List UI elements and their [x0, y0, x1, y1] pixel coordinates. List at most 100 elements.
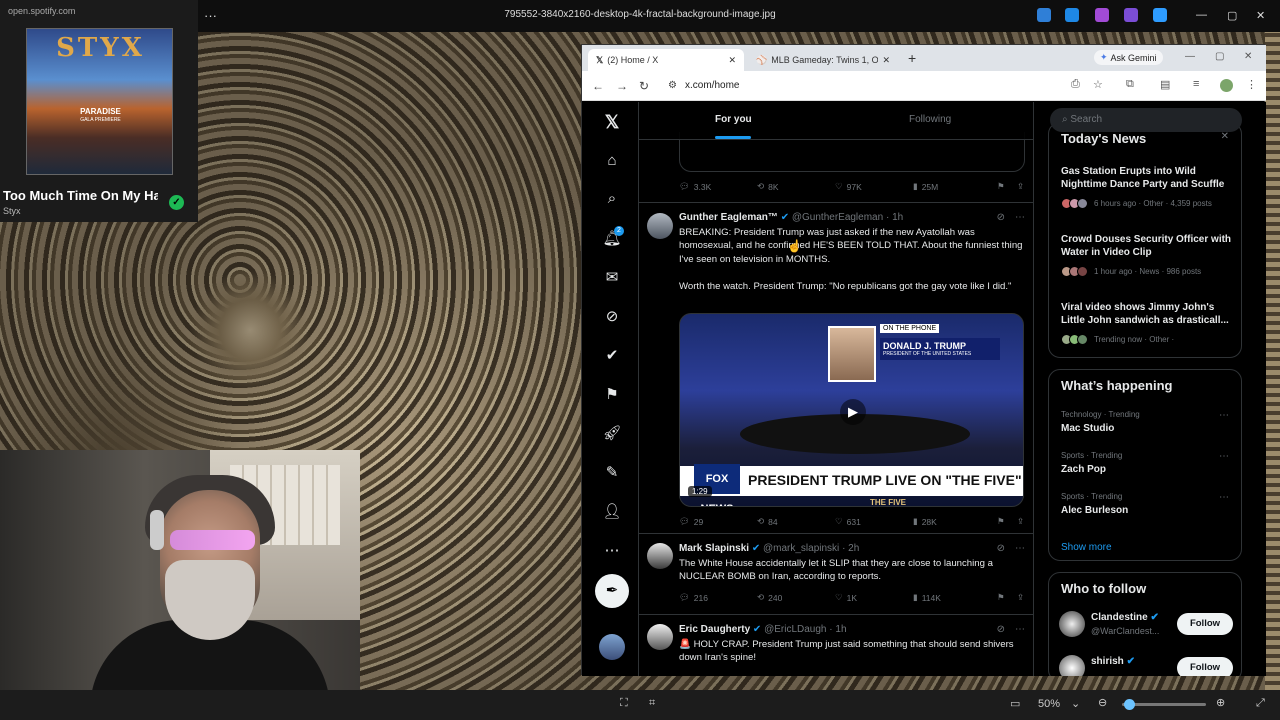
browser-close-button[interactable]: ✕: [1244, 51, 1252, 62]
user-avatar[interactable]: [1059, 655, 1085, 676]
close-tab-icon[interactable]: ✕: [728, 55, 736, 66]
ask-gemini-button[interactable]: ✦ Ask Gemini: [1094, 50, 1163, 65]
tweet-time[interactable]: · 2h: [842, 543, 859, 554]
news-item-title[interactable]: Gas Station Erupts into Wild Nighttime D…: [1061, 165, 1236, 191]
tweet-author-avatar[interactable]: [647, 213, 673, 239]
copilot-icon[interactable]: [1037, 8, 1051, 22]
tweet[interactable]: Gunther Eagleman™ ✔ @GuntherEagleman · 1…: [639, 203, 1033, 534]
browser-menu-icon[interactable]: ⋮: [1246, 78, 1257, 91]
app-tray-icon[interactable]: [1124, 8, 1138, 22]
fit-window-icon[interactable]: ▭: [1010, 697, 1020, 710]
author-handle[interactable]: @EricLDaugh: [764, 624, 826, 635]
app-tray-icon[interactable]: [1095, 8, 1109, 22]
views-button[interactable]: ▮ 25M: [913, 181, 938, 192]
share-button[interactable]: ⇪: [1017, 516, 1024, 527]
tab-x-home[interactable]: 𝕏 (2) Home / X ✕: [588, 49, 744, 71]
tab-for-you[interactable]: For you: [715, 114, 752, 125]
grok-explain-icon[interactable]: ⊘: [997, 543, 1005, 554]
grok-icon[interactable]: ⊘: [602, 307, 622, 325]
tweet-video[interactable]: ON THE PHONE DONALD J. TRUMP PRESIDENT O…: [679, 313, 1024, 507]
repost-button[interactable]: ⟲ 84: [757, 516, 778, 527]
url-input[interactable]: x.com/home: [685, 80, 739, 91]
author-handle[interactable]: @mark_slapinski: [763, 543, 839, 554]
zoom-out-icon[interactable]: ⊖: [1098, 696, 1107, 709]
like-button[interactable]: ♡ 1K: [835, 592, 857, 603]
x-logo-icon[interactable]: 𝕏: [602, 112, 622, 133]
trend-more-icon[interactable]: ⋯: [1219, 492, 1229, 503]
messages-icon[interactable]: ✉: [602, 268, 622, 286]
tweet-time[interactable]: · 1h: [886, 212, 903, 223]
crop-icon[interactable]: ⌗: [649, 697, 655, 710]
follow-button[interactable]: Follow: [1177, 613, 1233, 635]
grok-explain-icon[interactable]: ⊘: [997, 624, 1005, 635]
maximize-button[interactable]: ▢: [1227, 9, 1237, 22]
trend-title[interactable]: Mac Studio: [1061, 423, 1114, 434]
bookmark-button[interactable]: ⚑: [997, 181, 1005, 192]
fullscreen-icon[interactable]: ⤢: [1256, 697, 1265, 710]
profile-icon[interactable]: 👤︎: [602, 502, 622, 520]
tweet-more-icon[interactable]: ⋯: [1015, 624, 1025, 635]
tweet-time[interactable]: · 1h: [829, 624, 846, 635]
install-app-icon[interactable]: ⎙: [1071, 78, 1080, 91]
tweet-more-icon[interactable]: ⋯: [1015, 212, 1025, 223]
zoom-slider-handle[interactable]: [1124, 699, 1135, 710]
new-tab-button[interactable]: +: [908, 50, 916, 66]
zoom-in-icon[interactable]: ⊕: [1216, 696, 1225, 709]
follow-button[interactable]: Follow: [1177, 657, 1233, 676]
tweet-author-avatar[interactable]: [647, 624, 673, 650]
browser-maximize-button[interactable]: ▢: [1215, 51, 1224, 62]
close-icon[interactable]: ✕: [1221, 131, 1229, 142]
saved-check-icon[interactable]: ✓: [169, 195, 184, 210]
trend-title[interactable]: Alec Burleson: [1061, 505, 1128, 516]
post-feather-icon[interactable]: ✒: [595, 574, 629, 608]
minimize-button[interactable]: —: [1196, 9, 1207, 21]
close-button[interactable]: ✕: [1256, 9, 1265, 22]
share-button[interactable]: ⇪: [1017, 181, 1024, 192]
tweet-more-icon[interactable]: ⋯: [1015, 543, 1025, 554]
author-name[interactable]: Gunther Eagleman™: [679, 212, 778, 223]
views-button[interactable]: ▮ 28K: [913, 516, 937, 527]
rocket-icon[interactable]: 🚀︎: [602, 424, 622, 442]
home-icon[interactable]: ⌂: [602, 152, 622, 169]
user-name[interactable]: shirish ✔: [1091, 656, 1135, 667]
extensions-icon[interactable]: ⧉: [1126, 78, 1134, 91]
tweet-author-avatar[interactable]: [647, 543, 673, 569]
tweet[interactable]: Mark Slapinski ✔ @mark_slapinski · 2h ⊘ …: [639, 535, 1033, 615]
bookmarks-icon[interactable]: ⚑: [602, 385, 622, 403]
show-more-link[interactable]: Show more: [1061, 542, 1112, 553]
more-icon[interactable]: ⋯: [602, 541, 622, 559]
user-name[interactable]: Clandestine ✔: [1091, 612, 1159, 623]
viewer-more-menu[interactable]: ···: [204, 8, 217, 23]
bookmark-star-icon[interactable]: ☆: [1093, 78, 1103, 91]
like-button[interactable]: ♡ 631: [835, 516, 861, 527]
tab-following[interactable]: Following: [909, 114, 951, 125]
share-button[interactable]: ⇪: [1017, 592, 1024, 603]
news-item-title[interactable]: Viral video shows Jimmy John's Little Jo…: [1061, 301, 1236, 327]
bookmark-button[interactable]: ⚑: [997, 592, 1005, 603]
trend-title[interactable]: Zach Pop: [1061, 464, 1106, 475]
app-tray-icon[interactable]: [1065, 8, 1079, 22]
like-button[interactable]: ♡ 97K: [835, 181, 862, 192]
browser-minimize-button[interactable]: —: [1185, 51, 1195, 62]
grok-explain-icon[interactable]: ⊘: [997, 212, 1005, 223]
play-icon[interactable]: ▶: [840, 399, 866, 425]
sidebar-icon[interactable]: ▤: [1160, 78, 1170, 91]
repost-button[interactable]: ⟲ 240: [757, 592, 782, 603]
profile-avatar[interactable]: [1220, 79, 1233, 92]
verified-icon[interactable]: ✔: [602, 346, 622, 364]
close-tab-icon[interactable]: ✕: [882, 55, 890, 66]
fit-screen-icon[interactable]: ⛶: [620, 697, 628, 710]
bookmark-button[interactable]: ⚑: [997, 516, 1005, 527]
zoom-dropdown-chevron-icon[interactable]: ⌄: [1071, 697, 1080, 710]
app-tray-icon[interactable]: [1153, 8, 1167, 22]
repost-button[interactable]: ⟲ 8K: [757, 181, 779, 192]
news-item-title[interactable]: Crowd Douses Security Officer with Water…: [1061, 233, 1236, 259]
author-name[interactable]: Eric Daugherty: [679, 624, 750, 635]
compose-icon[interactable]: ✎: [602, 463, 622, 481]
back-button[interactable]: ←: [592, 79, 604, 93]
media-controls-icon[interactable]: ≡: [1193, 78, 1199, 90]
author-handle[interactable]: @GuntherEagleman: [792, 212, 883, 223]
tweet[interactable]: Eric Daugherty ✔ @EricLDaugh · 1h ⊘ ⋯ 🚨 …: [639, 616, 1033, 676]
zoom-level[interactable]: 50%: [1038, 698, 1060, 710]
trend-more-icon[interactable]: ⋯: [1219, 451, 1229, 462]
